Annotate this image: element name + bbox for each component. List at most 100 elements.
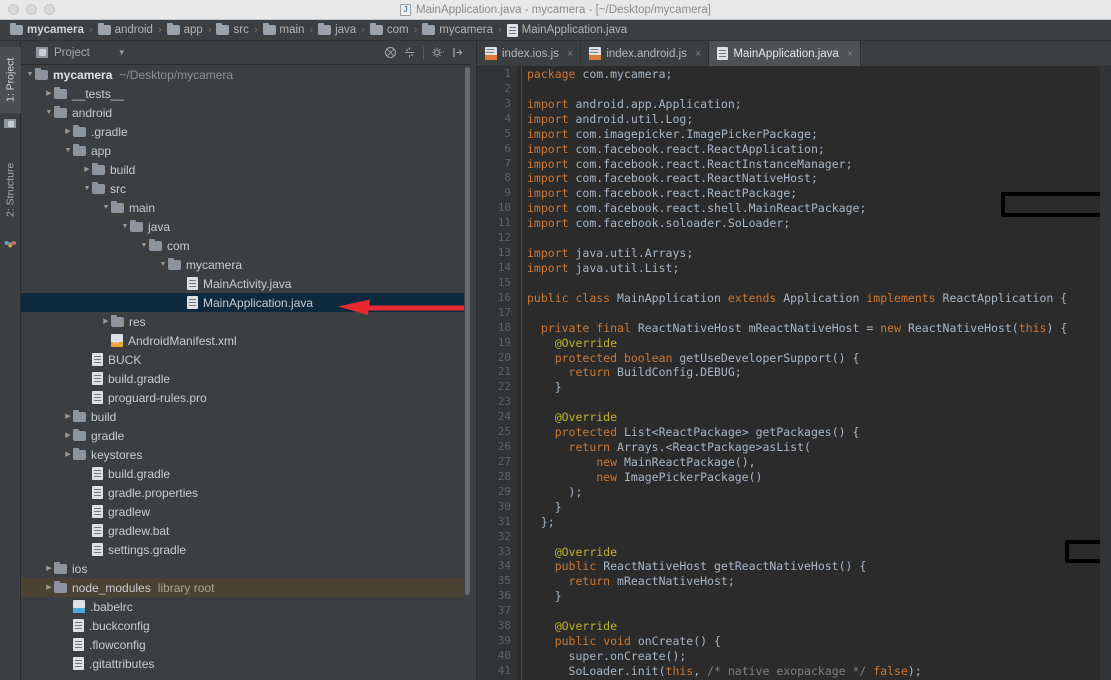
tree-row-label: BUCK	[108, 353, 141, 367]
tree-row--gitattributes[interactable]: .gitattributes	[21, 654, 464, 673]
chevron-down-icon[interactable]: ▼	[120, 223, 130, 230]
chevron-right-icon[interactable]: ▶	[44, 565, 54, 572]
tree-row-build[interactable]: ▶build	[21, 407, 464, 426]
code-line: @Override	[527, 545, 1111, 560]
breadcrumb-item-mainapplication-java[interactable]: MainApplication.java	[503, 24, 631, 37]
java-file-icon	[92, 353, 103, 366]
tree-row-node-modules[interactable]: ▶node_moduleslibrary root	[21, 578, 464, 597]
close-icon[interactable]: ×	[695, 48, 701, 60]
tree-row-gradle[interactable]: ▶ gradle	[21, 426, 464, 445]
breadcrumb-item-com[interactable]: com	[366, 24, 413, 36]
chevron-right-icon[interactable]: ▶	[63, 432, 73, 439]
hide-panel-icon[interactable]	[449, 45, 465, 61]
chevron-right-icon[interactable]: ▶	[63, 128, 73, 135]
tree-row-keystores[interactable]: ▶keystores	[21, 445, 464, 464]
chevron-down-icon[interactable]: ▼	[82, 185, 92, 192]
tree-row-mycamera[interactable]: ▼mycamera	[21, 255, 464, 274]
window-title-text: MainApplication.java - mycamera - [~/Des…	[416, 4, 711, 16]
expand-all-icon[interactable]	[401, 45, 417, 61]
java-file-icon	[92, 524, 103, 537]
tree-row-com[interactable]: ▼com	[21, 236, 464, 255]
close-icon[interactable]: ×	[847, 48, 853, 60]
settings-icon[interactable]	[430, 45, 446, 61]
tree-row-androidmanifest-xml[interactable]: AndroidManifest.xml	[21, 331, 464, 350]
chevron-down-icon[interactable]: ▼	[158, 261, 168, 268]
scrollbar-thumb[interactable]	[465, 67, 470, 595]
code-line	[527, 82, 1111, 97]
tree-row--buckconfig[interactable]: .buckconfig	[21, 616, 464, 635]
tree-row-mycamera[interactable]: ▼mycamera~/Desktop/mycamera	[21, 65, 464, 84]
breadcrumb-item-main[interactable]: main	[259, 24, 309, 36]
code-editor[interactable]: 1234567891011121314151617181920212223242…	[477, 67, 1111, 680]
editor-tab-mainapplication-java[interactable]: MainApplication.java×	[709, 41, 861, 66]
chevron-right-icon[interactable]: ▶	[44, 90, 54, 97]
tree-row--gradle[interactable]: ▶.gradle	[21, 122, 464, 141]
project-tree[interactable]: ▼mycamera~/Desktop/mycamera▶__tests__▼an…	[21, 65, 464, 680]
tree-row-app[interactable]: ▼app	[21, 141, 464, 160]
sidebar-tab-structure[interactable]: 2: Structure	[0, 153, 21, 227]
project-tree-scrollbar[interactable]	[464, 65, 471, 680]
tree-row-res[interactable]: ▶res	[21, 312, 464, 331]
breadcrumb-item-app[interactable]: app	[163, 24, 207, 36]
chevron-down-icon[interactable]: ▼	[139, 242, 149, 249]
line-number: 27	[477, 455, 517, 470]
close-icon[interactable]: ×	[567, 48, 573, 60]
tree-row-label: gradle	[91, 429, 124, 443]
sidebar-tab-project[interactable]: 1: Project	[0, 47, 21, 113]
editor-tab-index-ios-js[interactable]: index.ios.js×	[477, 41, 581, 66]
java-file-icon	[92, 505, 103, 518]
tree-row-gradle-properties[interactable]: gradle.properties	[21, 483, 464, 502]
tree-row-java[interactable]: ▼java	[21, 217, 464, 236]
tree-row--babelrc[interactable]: .babelrc	[21, 597, 464, 616]
tree-row-gradlew[interactable]: gradlew	[21, 502, 464, 521]
tree-row-gradlew-bat[interactable]: gradlew.bat	[21, 521, 464, 540]
favorites-icon[interactable]	[4, 237, 17, 248]
chevron-right-icon[interactable]: ▶	[101, 318, 111, 325]
editor-tab-bar[interactable]: index.ios.js×index.android.js×MainApplic…	[477, 41, 1111, 67]
tree-row-label: .babelrc	[90, 600, 133, 614]
breadcrumb-item-java[interactable]: java	[314, 24, 360, 36]
tree-row-src[interactable]: ▼src	[21, 179, 464, 198]
chevron-down-icon[interactable]: ▼	[63, 147, 73, 154]
chevron-down-icon[interactable]: ▼	[44, 109, 54, 116]
chevron-right-icon[interactable]: ▶	[44, 584, 54, 591]
breadcrumb: mycamera›android›app›src›main›java›com›m…	[0, 20, 1111, 41]
line-number: 41	[477, 664, 517, 679]
breadcrumb-item-mycamera[interactable]: mycamera	[6, 24, 88, 36]
code-content[interactable]: package com.mycamera; import android.app…	[527, 67, 1111, 680]
tree-row-buck[interactable]: BUCK	[21, 350, 464, 369]
breadcrumb-label: com	[387, 24, 409, 36]
chevron-down-icon[interactable]: ▼	[25, 71, 35, 78]
tree-row-ios[interactable]: ▶ios	[21, 559, 464, 578]
tree-row-build-gradle[interactable]: build.gradle	[21, 464, 464, 483]
tree-row-proguard-rules-pro[interactable]: proguard-rules.pro	[21, 388, 464, 407]
line-number: 9	[477, 186, 517, 201]
chevron-down-icon[interactable]: ▼	[118, 48, 126, 57]
line-number: 17	[477, 306, 517, 321]
tree-row-label: build.gradle	[108, 372, 170, 386]
chevron-right-icon[interactable]: ▶	[63, 451, 73, 458]
tree-row--flowconfig[interactable]: .flowconfig	[21, 635, 464, 654]
tree-row-mainactivity-java[interactable]: MainActivity.java	[21, 274, 464, 293]
project-view-selector[interactable]: Project ▼	[21, 47, 126, 59]
breadcrumb-item-src[interactable]: src	[212, 24, 252, 36]
breadcrumb-item-mycamera[interactable]: mycamera	[418, 24, 497, 36]
chevron-right-icon[interactable]: ▶	[82, 166, 92, 173]
collapse-all-icon[interactable]	[382, 45, 398, 61]
code-line	[527, 276, 1111, 291]
tree-row-android[interactable]: ▼android	[21, 103, 464, 122]
chevron-right-icon[interactable]: ▶	[63, 413, 73, 420]
tree-row--tests-[interactable]: ▶__tests__	[21, 84, 464, 103]
project-icon	[4, 117, 17, 129]
java-file-icon	[92, 372, 103, 385]
editor-marker-strip[interactable]	[1100, 67, 1111, 680]
tree-row-settings-gradle[interactable]: settings.gradle	[21, 540, 464, 559]
line-number: 26	[477, 440, 517, 455]
tree-row-build[interactable]: ▶build	[21, 160, 464, 179]
editor-tab-index-android-js[interactable]: index.android.js×	[581, 41, 709, 66]
tree-row-build-gradle[interactable]: build.gradle	[21, 369, 464, 388]
breadcrumb-item-android[interactable]: android	[94, 24, 157, 36]
tree-row-mainapplication-java[interactable]: MainApplication.java	[21, 293, 464, 312]
tree-row-main[interactable]: ▼main	[21, 198, 464, 217]
chevron-down-icon[interactable]: ▼	[101, 204, 111, 211]
